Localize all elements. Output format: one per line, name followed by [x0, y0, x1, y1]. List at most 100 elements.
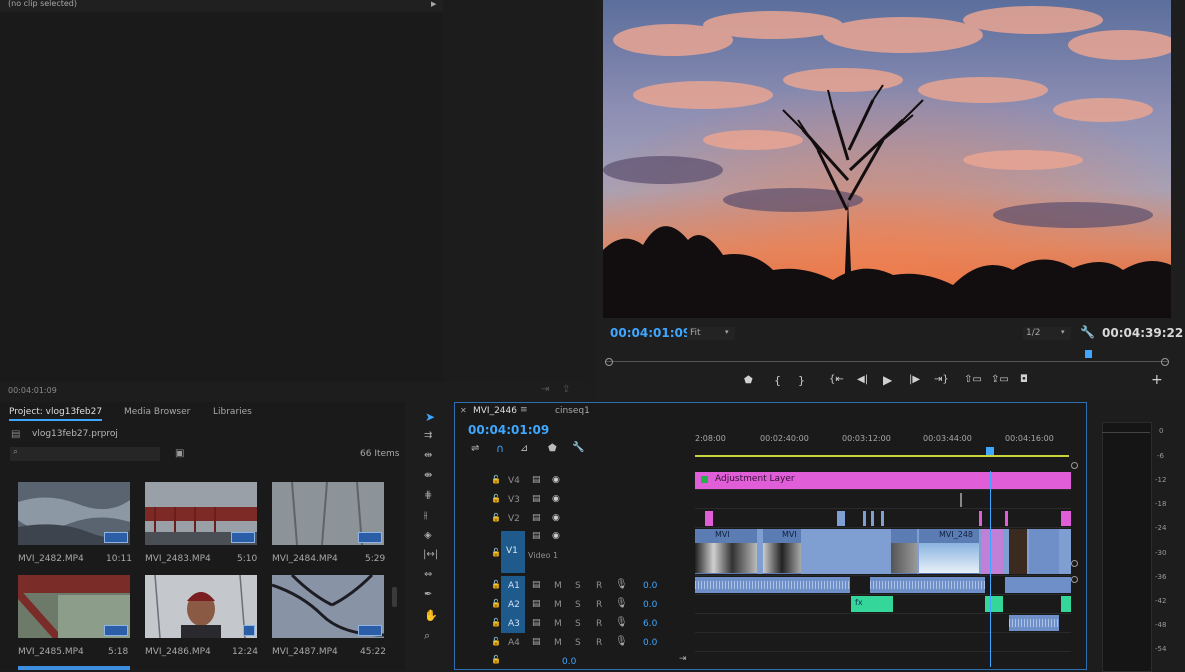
- playhead-indicator[interactable]: [1085, 350, 1092, 358]
- lock-icon[interactable]: 🔓: [491, 618, 501, 627]
- new-bin-icon[interactable]: ▣: [175, 448, 184, 459]
- track-label-a3[interactable]: A3: [508, 619, 520, 629]
- close-icon[interactable]: ✕: [460, 406, 467, 415]
- record-button[interactable]: R: [596, 581, 602, 591]
- v2-clip[interactable]: [1005, 511, 1008, 526]
- v2-clip[interactable]: [705, 511, 713, 526]
- mute-button[interactable]: M: [554, 619, 562, 629]
- tab-sequence-mvi[interactable]: MVI_2446: [473, 406, 517, 416]
- v2-clip[interactable]: [881, 511, 884, 526]
- audio-level-a3[interactable]: 6.0: [643, 619, 657, 629]
- solo-button[interactable]: S: [575, 600, 581, 610]
- snap-icon[interactable]: ∩: [496, 442, 504, 455]
- go-to-end-icon[interactable]: ⇥: [679, 654, 687, 664]
- a3-clip[interactable]: [1009, 615, 1059, 631]
- lock-icon[interactable]: 🔓: [491, 637, 501, 646]
- mark-out-icon[interactable]: }: [798, 374, 805, 387]
- fit-dropdown[interactable]: Fit ▾: [687, 327, 735, 340]
- lift-icon[interactable]: ⇧▭: [964, 374, 982, 385]
- play-icon[interactable]: ▶: [883, 373, 892, 387]
- slip-tool-icon[interactable]: ◈: [424, 530, 432, 541]
- project-scrollbar[interactable]: [392, 587, 397, 607]
- add-button-icon[interactable]: +: [1151, 372, 1163, 388]
- sync-lock-icon[interactable]: ▤: [532, 531, 541, 541]
- eye-icon[interactable]: ◉: [552, 475, 560, 485]
- a2-clip[interactable]: [1061, 596, 1071, 612]
- clip-thumbnail-2[interactable]: [145, 482, 257, 545]
- track-label-a1[interactable]: A1: [508, 581, 520, 591]
- add-marker-icon[interactable]: ⬟: [744, 375, 753, 386]
- microphone-icon[interactable]: 🎙: [615, 598, 628, 609]
- sync-lock-icon[interactable]: ▤: [532, 637, 541, 647]
- linked-selection-icon[interactable]: ⊿: [520, 443, 528, 454]
- sync-lock-icon[interactable]: ▤: [532, 513, 541, 523]
- mute-button[interactable]: M: [554, 581, 562, 591]
- v1-clip-2[interactable]: MVI: [763, 529, 801, 574]
- lock-icon[interactable]: 🔓: [491, 548, 501, 557]
- v1-clip-3[interactable]: [891, 529, 917, 574]
- microphone-icon[interactable]: 🎙: [615, 636, 628, 647]
- selection-tool-icon[interactable]: ➤: [425, 410, 435, 424]
- track-target-v1[interactable]: V1: [501, 531, 525, 573]
- mute-button[interactable]: M: [554, 600, 562, 610]
- track-select-tool-icon[interactable]: ⇉: [424, 430, 432, 441]
- eye-icon[interactable]: ◉: [552, 513, 560, 523]
- wrench-icon[interactable]: 🔧: [1080, 325, 1095, 339]
- razor-tool-icon[interactable]: ⫲: [424, 510, 427, 521]
- nest-icon[interactable]: ⇌: [471, 443, 479, 454]
- record-button[interactable]: R: [596, 638, 602, 648]
- sync-lock-icon[interactable]: ▤: [532, 599, 541, 609]
- panel-menu-arrow-icon[interactable]: ▶: [431, 0, 436, 8]
- v2-clip[interactable]: [837, 511, 845, 526]
- rolling-edit-tool-icon[interactable]: ⇼: [424, 470, 432, 481]
- lock-icon[interactable]: 🔓: [491, 580, 501, 589]
- microphone-icon[interactable]: 🎙: [615, 617, 628, 628]
- microphone-icon[interactable]: 🎙: [615, 579, 628, 590]
- export-frame-icon[interactable]: ⇪: [562, 384, 570, 395]
- lock-icon[interactable]: 🔓: [491, 655, 501, 664]
- adjustment-layer-clip[interactable]: Adjustment Layer: [695, 472, 1071, 489]
- v1-clip-1[interactable]: MVI: [695, 529, 757, 574]
- wrench-icon[interactable]: 🔧: [572, 442, 584, 453]
- insert-icon[interactable]: ⇥: [541, 384, 549, 395]
- a1-clip[interactable]: [870, 577, 985, 593]
- master-level[interactable]: 0.0: [562, 657, 576, 667]
- track-label-a4[interactable]: A4: [508, 638, 520, 648]
- lock-icon[interactable]: 🔓: [491, 494, 501, 503]
- tab-sequence-cinseq[interactable]: cinseq1: [555, 406, 590, 416]
- clip-thumbnail-5[interactable]: [145, 575, 257, 638]
- a2-clip[interactable]: fx: [851, 596, 893, 612]
- menu-icon[interactable]: ≡: [520, 405, 528, 415]
- camera-icon[interactable]: ◘: [1020, 374, 1028, 385]
- a2-clip[interactable]: [985, 596, 1003, 612]
- lock-icon[interactable]: 🔓: [491, 475, 501, 484]
- scroll-handle[interactable]: [1071, 462, 1078, 469]
- clip-thumbnail-4[interactable]: [18, 575, 130, 638]
- sync-lock-icon[interactable]: ▤: [532, 580, 541, 590]
- sync-lock-icon[interactable]: ▤: [532, 494, 541, 504]
- mark-in-icon[interactable]: {: [774, 374, 781, 387]
- v3-clip[interactable]: [960, 493, 962, 507]
- scroll-handle[interactable]: [1071, 576, 1078, 583]
- add-marker-icon[interactable]: ⬟: [548, 443, 557, 454]
- playhead-handle[interactable]: [986, 447, 994, 455]
- v1-clip-7[interactable]: [1029, 529, 1059, 574]
- mute-button[interactable]: M: [554, 638, 562, 648]
- clip-thumbnail-6[interactable]: [272, 575, 384, 638]
- go-to-out-icon[interactable]: ⇥}: [934, 374, 949, 385]
- track-area[interactable]: Adjustment Layer MVI MVI MVI_248 fx: [695, 471, 1071, 667]
- sync-lock-icon[interactable]: ▤: [532, 618, 541, 628]
- search-input[interactable]: ⌕: [10, 447, 160, 461]
- v2-clip[interactable]: [863, 511, 866, 526]
- resolution-dropdown[interactable]: 1/2 ▾: [1023, 327, 1071, 340]
- scrubber-end-handle[interactable]: [1161, 358, 1169, 366]
- zoom-tool-icon[interactable]: ⌕: [424, 629, 430, 643]
- solo-button[interactable]: S: [575, 581, 581, 591]
- record-button[interactable]: R: [596, 600, 602, 610]
- v2-clip[interactable]: [1061, 511, 1071, 526]
- timeline-playhead[interactable]: [990, 471, 991, 667]
- lock-icon[interactable]: 🔓: [491, 599, 501, 608]
- track-label-a2[interactable]: A2: [508, 600, 520, 610]
- audio-level-a2[interactable]: 0.0: [643, 600, 657, 610]
- scrubber-start-handle[interactable]: [605, 358, 613, 366]
